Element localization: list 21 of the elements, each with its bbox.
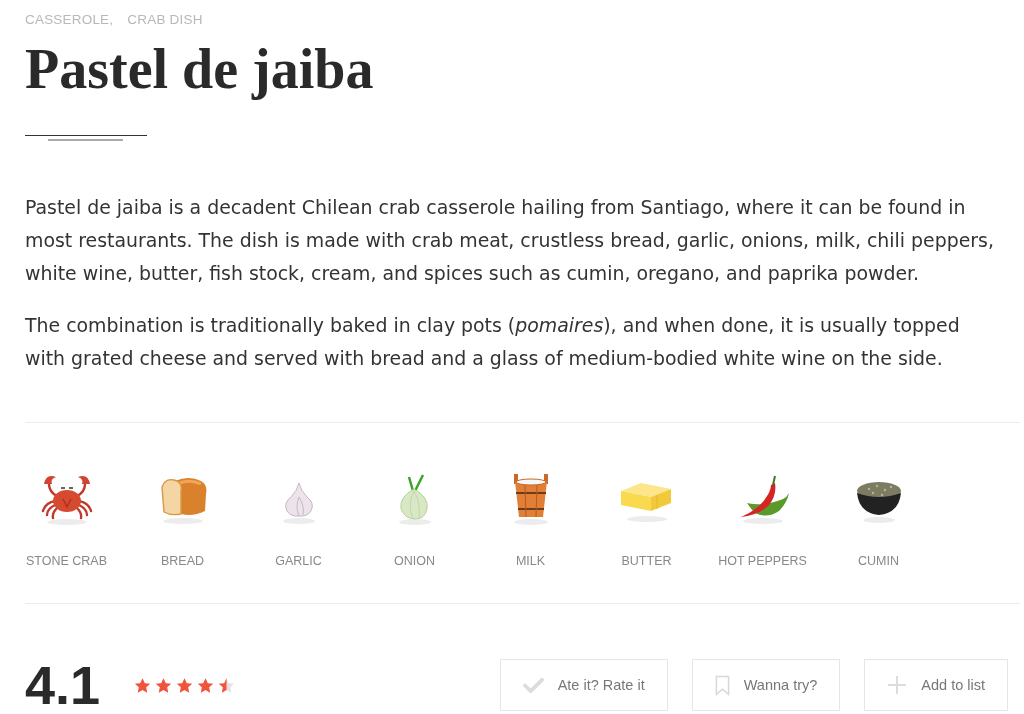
description-paragraph: Pastel de jaiba is a decadent Chilean crab casserole hailing from Santiago, where it can be found in most restaurants. The dish is made with crab meat, crustless bread, garlic, onions, milk, chili peppers, white wine, butter, fish stock, cream, and spices such as cumin, oregano, and paprika powder. — [25, 195, 995, 286]
ingredient-label: ONION — [394, 553, 435, 569]
star-icon — [197, 676, 215, 694]
action-button[interactable]: Add to list — [864, 659, 1008, 711]
ingredient-label: CUMIN — [858, 553, 899, 569]
ingredient-label: BUTTER — [621, 553, 672, 569]
star-icon — [134, 676, 152, 694]
ingredient-label: BREAD — [160, 553, 205, 569]
ingredient-label: HOT PEPPERS — [718, 553, 807, 569]
rating-score: 4.1 — [25, 658, 101, 712]
ingredient-label: STONE CRAB — [25, 553, 107, 569]
ingredient-label: MILK — [515, 553, 546, 569]
check-icon — [522, 676, 544, 694]
action-button[interactable]: Ate it? Rate it — [499, 659, 668, 711]
plus-icon — [887, 675, 908, 695]
ingredient-label: GARLIC — [275, 553, 322, 569]
star-icon — [155, 676, 173, 694]
bookmark-icon — [714, 674, 730, 696]
description-paragraph: The combination is traditionally baked in clay pots (pomaires), and when done, it is usually topped with grated cheese and served with bread and a glass of medium-bodied white wine on the side. — [25, 313, 961, 371]
action-button[interactable]: Wanna try? — [691, 659, 841, 711]
star-icon — [176, 676, 194, 694]
